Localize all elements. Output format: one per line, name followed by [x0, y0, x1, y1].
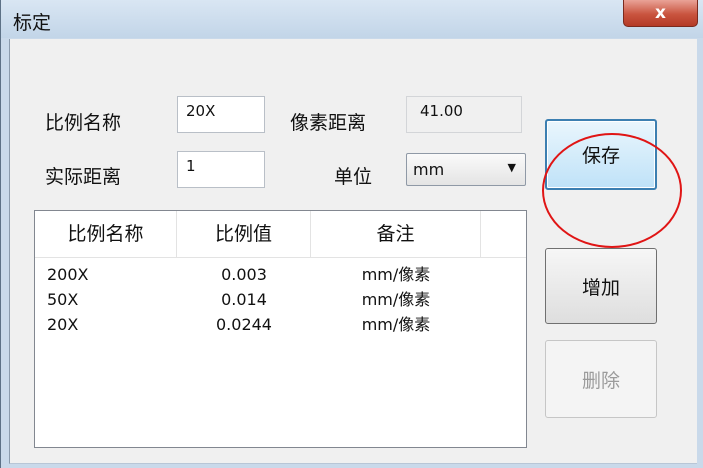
ratio-name-label: 比例名称	[45, 112, 122, 134]
close-button[interactable]: x	[623, 0, 698, 27]
title-bar: 标定 x	[1, 0, 703, 38]
table-row[interactable]: 200X 0.003 mm/像素	[35, 263, 526, 287]
pixel-distance-label: 像素距离	[290, 112, 367, 134]
window-title: 标定	[13, 12, 52, 34]
close-icon: x	[655, 3, 666, 23]
column-header[interactable]: 备注	[311, 211, 481, 257]
unit-select-value: mm	[413, 160, 445, 179]
table-cell: 0.0244	[216, 315, 272, 334]
column-header[interactable]: 比例值	[177, 211, 311, 257]
calibration-table[interactable]: 比例名称 比例值 备注 200X 0.003 mm/像素 50X 0.014 m…	[34, 210, 527, 448]
actual-distance-input[interactable]: 1	[177, 151, 265, 188]
table-header: 比例名称 比例值 备注	[35, 211, 526, 258]
table-cell: 0.014	[221, 290, 267, 309]
table-cell: 0.003	[221, 265, 267, 284]
column-header[interactable]: 比例名称	[35, 211, 177, 257]
table-cell: 50X	[47, 290, 79, 309]
annotation-circle	[542, 133, 682, 248]
add-button[interactable]: 增加	[545, 248, 657, 324]
chevron-down-icon: ▼	[507, 161, 516, 174]
unit-label: 单位	[334, 166, 373, 188]
unit-select[interactable]: mm ▼	[406, 153, 526, 186]
delete-button[interactable]: 删除	[545, 340, 657, 418]
ratio-name-input[interactable]: 20X	[177, 96, 265, 133]
dialog-body: 比例名称 20X 像素距离 41.00 实际距离 1 单位 mm ▼ 保存 增加…	[9, 39, 697, 464]
pixel-distance-field: 41.00	[406, 96, 522, 133]
calibration-dialog: 标定 x 比例名称 20X 像素距离 41.00 实际距离 1 单位 mm ▼ …	[0, 0, 703, 468]
table-cell: 20X	[47, 315, 79, 334]
actual-distance-label: 实际距离	[45, 166, 122, 188]
table-row[interactable]: 20X 0.0244 mm/像素	[35, 313, 526, 337]
table-cell: mm/像素	[361, 265, 431, 284]
table-cell: 200X	[47, 265, 89, 284]
table-cell: mm/像素	[361, 315, 431, 334]
table-cell: mm/像素	[361, 290, 431, 309]
table-row[interactable]: 50X 0.014 mm/像素	[35, 288, 526, 312]
